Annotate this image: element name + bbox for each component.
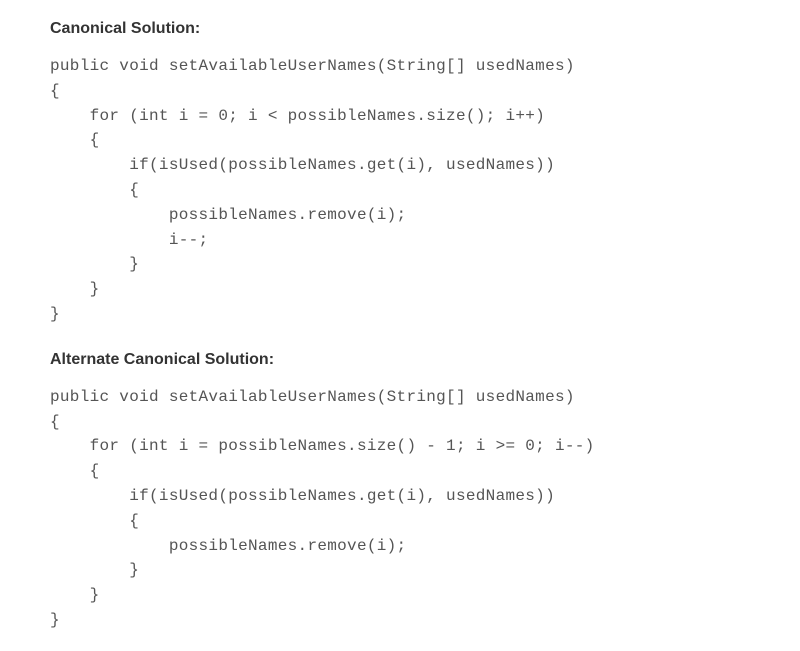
heading-alternate-canonical-solution: Alternate Canonical Solution:: [50, 351, 750, 369]
code-block-alternate: public void setAvailableUserNames(String…: [50, 385, 750, 633]
heading-canonical-solution: Canonical Solution:: [50, 20, 750, 38]
code-block-canonical: public void setAvailableUserNames(String…: [50, 54, 750, 327]
